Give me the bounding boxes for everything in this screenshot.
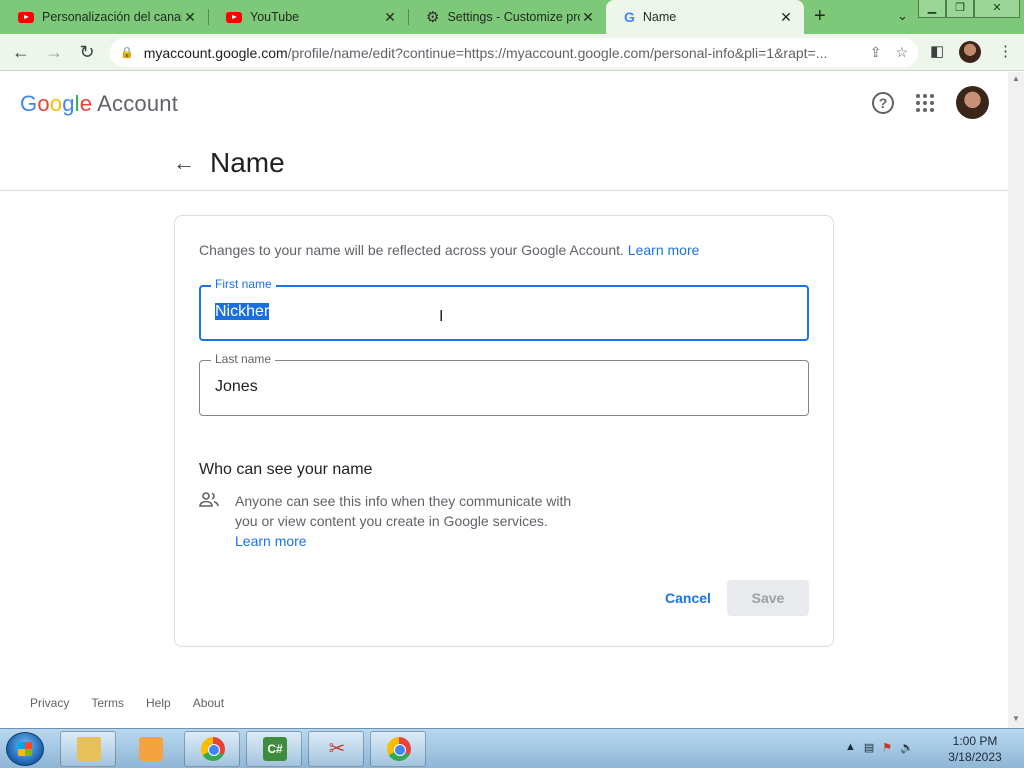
taskbar-explorer[interactable] (60, 731, 116, 767)
close-icon[interactable]: ✕ (580, 9, 596, 26)
new-tab-icon[interactable]: + (814, 5, 826, 28)
taskbar-snipping[interactable]: ✂ (308, 731, 364, 767)
chrome-icon (387, 737, 411, 761)
close-icon[interactable]: ✕ (778, 9, 794, 26)
intro-text: Changes to your name will be reflected a… (199, 242, 699, 258)
visibility-text: Anyone can see this info when they commu… (235, 493, 572, 529)
tab-title: Personalización del canal (42, 10, 182, 24)
taskbar-chrome[interactable] (184, 731, 240, 767)
volume-icon[interactable]: 🔈 (900, 741, 914, 754)
taskbar-csharp[interactable]: C# (246, 731, 302, 767)
save-button[interactable]: Save (727, 580, 809, 616)
tab-title: Name (642, 10, 677, 24)
tab-name[interactable]: G Name ✕ (606, 0, 804, 34)
tab-settings[interactable]: ⚙ Settings - Customize prof ✕ (408, 0, 606, 34)
chevron-down-icon[interactable]: ⌄ (897, 8, 908, 24)
taskbar-chrome-profile[interactable] (370, 731, 426, 767)
lock-icon[interactable]: 🔒 (120, 46, 134, 59)
action-center-icon[interactable]: ⚑ (882, 741, 892, 754)
start-button[interactable] (6, 732, 44, 766)
footer-terms-link[interactable]: Terms (91, 696, 124, 710)
people-icon (199, 492, 219, 507)
forward-icon[interactable]: → (42, 41, 66, 65)
tab-title: YouTube (250, 10, 300, 24)
visibility-title: Who can see your name (199, 461, 373, 478)
url-domain: myaccount.google.com (143, 44, 288, 61)
avatar[interactable] (956, 86, 989, 119)
cancel-button[interactable]: Cancel (653, 580, 723, 616)
windows-taskbar: C# ✂ ▲ ▤ ⚑ 🔈 1:00 PM 3/18/2023 (0, 728, 1024, 768)
first-name-input[interactable]: Nickher (215, 303, 270, 321)
url-text[interactable]: myaccount.google.com/profile/name/edit?c… (144, 45, 856, 61)
footer-help-link[interactable]: Help (146, 696, 171, 710)
menu-icon[interactable]: ⋮ (998, 42, 1013, 60)
google-wordmark: Google (20, 91, 93, 116)
window-close-icon[interactable]: ✕ (974, 0, 1020, 18)
footer-links: Privacy Terms Help About (30, 696, 224, 710)
show-hidden-icons-icon[interactable]: ▲ (845, 741, 856, 754)
system-tray: ▲ ▤ ⚑ 🔈 (845, 741, 914, 754)
last-name-label: Last name (211, 352, 276, 366)
clock-date: 3/18/2023 (948, 750, 1002, 764)
help-icon[interactable]: ? (872, 92, 894, 114)
clock[interactable]: 1:00 PM 3/18/2023 (940, 733, 1010, 765)
csharp-icon: C# (263, 737, 287, 761)
youtube-icon (18, 11, 34, 23)
first-name-field[interactable]: First name Nickher I (199, 277, 809, 341)
intro-message: Changes to your name will be reflected a… (199, 242, 624, 258)
back-arrow-icon[interactable]: ← (173, 150, 195, 176)
network-icon[interactable]: ▤ (864, 741, 874, 754)
name-edit-card: Changes to your name will be reflected a… (174, 215, 834, 647)
scroll-down-icon[interactable]: ▼ (1012, 714, 1020, 723)
gear-icon: ⚙ (426, 9, 440, 26)
page-content: Google Account ? ← Name Changes to your n… (0, 72, 1008, 728)
back-icon[interactable]: ← (9, 41, 33, 65)
taskbar-media[interactable] (122, 731, 178, 767)
window-controls: ▁ ❐ ✕ (918, 0, 1020, 18)
footer-privacy-link[interactable]: Privacy (30, 696, 69, 710)
logo-account-text: Account (97, 91, 179, 116)
footer-about-link[interactable]: About (193, 696, 224, 710)
restore-icon[interactable]: ❐ (946, 0, 974, 18)
tab-youtube[interactable]: YouTube ✕ (208, 0, 408, 34)
scissors-icon: ✂ (328, 738, 346, 760)
tab-personalizacion[interactable]: Personalización del canal ✕ (0, 0, 208, 34)
close-icon[interactable]: ✕ (182, 9, 198, 26)
reload-icon[interactable]: ↻ (75, 41, 99, 65)
tab-strip: Personalización del canal ✕ YouTube ✕ ⚙ … (0, 0, 1024, 34)
header-divider (0, 190, 1008, 191)
scroll-up-icon[interactable]: ▲ (1012, 74, 1020, 83)
youtube-icon (226, 11, 242, 23)
share-icon[interactable]: ⇪ (870, 44, 882, 61)
media-player-icon (139, 737, 163, 761)
visibility-info: Anyone can see this info when they commu… (235, 491, 595, 551)
text-cursor-icon: I (439, 308, 444, 325)
tab-title: Settings - Customize prof (447, 10, 580, 24)
profile-avatar[interactable] (959, 41, 981, 63)
google-icon: G (624, 9, 635, 25)
first-name-label: First name (211, 277, 276, 291)
google-account-logo[interactable]: Google Account (20, 91, 178, 117)
last-name-input[interactable]: Jones (215, 378, 258, 396)
folder-icon (77, 737, 101, 761)
learn-more-link[interactable]: Learn more (628, 242, 700, 258)
address-bar[interactable]: 🔒 myaccount.google.com/profile/name/edit… (110, 38, 918, 67)
sidebar-icon[interactable]: ◧ (930, 42, 944, 60)
chrome-icon (201, 737, 225, 761)
clock-time: 1:00 PM (952, 734, 998, 748)
scrollbar[interactable]: ▲ ▼ (1008, 72, 1024, 728)
last-name-field[interactable]: Last name Jones (199, 352, 809, 416)
apps-grid-icon[interactable] (916, 94, 934, 112)
learn-more-link[interactable]: Learn more (235, 533, 307, 549)
browser-toolbar: ← → ↻ 🔒 myaccount.google.com/profile/nam… (0, 34, 1024, 71)
selected-text: Nickher (215, 303, 270, 320)
close-icon[interactable]: ✕ (382, 9, 398, 26)
minimize-icon[interactable]: ▁ (918, 0, 946, 18)
page-title: Name (210, 147, 285, 178)
url-path: /profile/name/edit?continue=https://myac… (287, 44, 828, 61)
bookmark-star-icon[interactable]: ☆ (895, 44, 908, 61)
